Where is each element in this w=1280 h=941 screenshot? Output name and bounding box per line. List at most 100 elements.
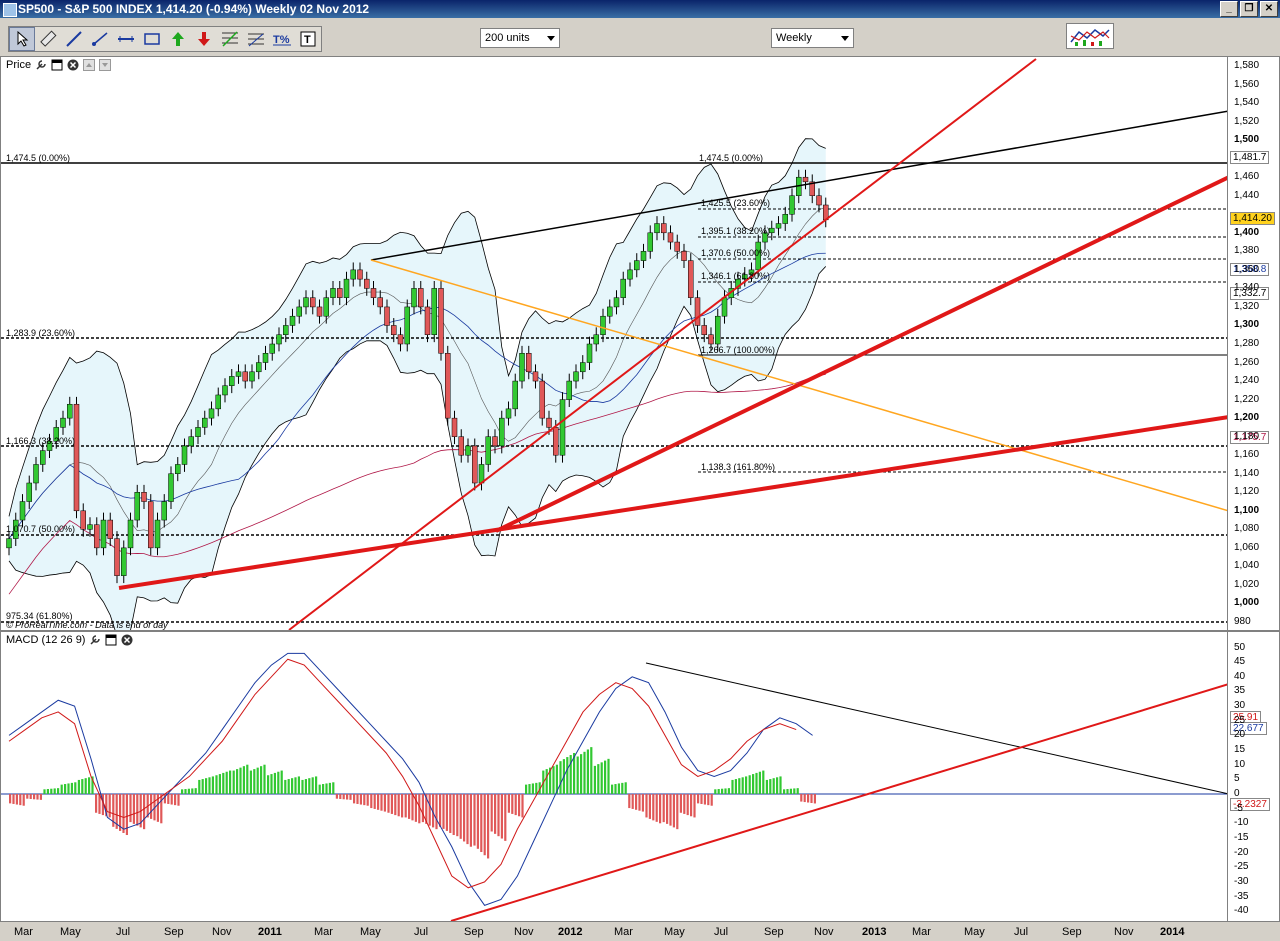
red-support-trendline-long — [118, 415, 1229, 590]
macd-tick-label: 15 — [1234, 744, 1246, 756]
arrow-down-icon[interactable] — [191, 27, 217, 51]
restore-button[interactable]: ❐ — [1240, 1, 1258, 17]
fib-label-l382: 1,166.3 (38.20%) — [6, 436, 75, 446]
fib-label-l50: 1,070.7 (50.00%) — [6, 524, 75, 534]
macd-support-trendline — [450, 683, 1229, 921]
candle-body — [397, 334, 404, 345]
macd-histogram-bar — [205, 778, 208, 794]
macd-histogram-bar — [421, 794, 424, 823]
macd-histogram-bar — [260, 766, 263, 794]
candle-body — [188, 436, 194, 447]
macd-histogram-bar — [442, 794, 445, 829]
arrow-up-icon[interactable] — [165, 27, 191, 51]
drawing-tools: T% T — [8, 26, 322, 52]
price-tick-label: 1,400 — [1234, 226, 1260, 238]
text-tool-icon[interactable]: T — [295, 27, 321, 51]
macd-resistance-trendline — [645, 662, 1229, 795]
macd-histogram-bar — [628, 794, 631, 809]
channel-tool-icon[interactable] — [139, 27, 165, 51]
macd-histogram-bar — [60, 784, 63, 794]
macd-histogram-bar — [315, 776, 318, 794]
fib-label-r236: 1,425.5 (23.60%) — [701, 198, 770, 208]
macd-histogram-bar — [641, 794, 644, 812]
macd-histogram-bar — [394, 794, 397, 816]
macd-histogram-bar — [755, 772, 758, 794]
macd-histogram-bar — [666, 794, 669, 824]
minimize-button[interactable]: _ — [1220, 1, 1238, 17]
fib-label-l236: 1,283.9 (23.60%) — [6, 328, 75, 338]
macd-histogram-bar — [445, 794, 448, 831]
macd-histogram-bar — [53, 788, 56, 794]
svg-text:T: T — [304, 34, 311, 46]
macd-histogram-bar — [576, 756, 579, 794]
macd-histogram-bar — [383, 794, 386, 812]
price-tick-label: 1,460 — [1234, 171, 1260, 183]
candle-body — [87, 524, 93, 530]
macd-histogram-bar — [511, 794, 514, 814]
macd-histogram-bar — [583, 751, 586, 794]
trendline-tool-icon[interactable] — [61, 27, 87, 51]
candle-body — [715, 315, 721, 345]
macd-histogram-bar — [397, 794, 400, 817]
macd-histogram-bar — [697, 794, 700, 804]
macd-histogram-bar — [724, 788, 727, 794]
candle-body — [357, 269, 363, 280]
price-tick-label: 1,500 — [1234, 134, 1260, 146]
macd-histogram-bar — [741, 777, 744, 794]
macd-histogram-bar — [222, 772, 225, 794]
price-tick-label: 1,560 — [1234, 78, 1260, 90]
macd-histogram-bar — [810, 794, 813, 803]
close-button[interactable]: ✕ — [1260, 1, 1278, 17]
units-select[interactable]: 200 units — [480, 28, 560, 48]
indicators-button[interactable] — [1066, 23, 1114, 49]
macd-histogram-bar — [566, 757, 569, 794]
candle-body — [694, 297, 701, 326]
candle-body — [431, 288, 437, 335]
fibonacci-fan-icon[interactable] — [243, 27, 269, 51]
period-select[interactable]: Weekly — [771, 28, 854, 48]
price-panel: Price 1,474.5 (0.00%) 1,474.5 (0.00%) 1,… — [0, 56, 1280, 631]
macd-histogram-bar — [284, 779, 287, 794]
macd-histogram-bar — [731, 779, 734, 794]
percent-line-icon[interactable]: T% — [269, 27, 295, 51]
price-tick-label: 1,180 — [1234, 430, 1260, 442]
candle-body — [364, 278, 370, 289]
macd-histogram-bar — [738, 778, 741, 794]
macd-histogram-bar — [263, 764, 266, 794]
macd-histogram-bar — [22, 794, 25, 806]
macd-histogram-bar — [370, 794, 373, 809]
macd-histogram-bar — [803, 794, 806, 803]
candle-body — [100, 519, 107, 549]
price-tick-label: 1,080 — [1234, 523, 1260, 535]
macd-histogram-bar — [783, 789, 786, 794]
macd-histogram-bar — [789, 788, 792, 794]
macd-histogram-bar — [469, 794, 472, 847]
candle-body — [688, 260, 694, 298]
ray-tool-icon[interactable] — [87, 27, 113, 51]
candle-body — [607, 306, 613, 317]
candle-body — [195, 427, 201, 437]
macd-histogram-bar — [346, 794, 349, 800]
macd-tick-label: 0 — [1234, 788, 1240, 799]
fibonacci-retracement-icon[interactable] — [217, 27, 243, 51]
macd-histogram-bar — [796, 788, 799, 794]
candle-body — [566, 380, 572, 400]
macd-histogram-bar — [125, 794, 128, 836]
fib-label-top-left: 1,474.5 (0.00%) — [6, 153, 70, 163]
candle-body — [67, 403, 73, 419]
time-axis-label: Jul — [1014, 926, 1029, 938]
macd-histogram-bar — [497, 794, 500, 837]
macd-histogram — [1, 747, 1229, 859]
ruler-tool-icon[interactable] — [35, 27, 61, 51]
macd-histogram-bar — [655, 794, 658, 822]
horizontal-line-tool-icon[interactable] — [113, 27, 139, 51]
macd-histogram-bar — [686, 794, 689, 816]
fib-label-r1618: 1,138.3 (161.80%) — [701, 462, 775, 472]
pointer-tool-icon[interactable] — [9, 27, 35, 51]
macd-histogram-bar — [318, 784, 321, 794]
candle-body — [303, 297, 309, 308]
macd-chart — [1, 652, 1229, 921]
candle-body — [445, 353, 451, 419]
macd-histogram-bar — [779, 776, 782, 794]
macd-histogram-bar — [308, 778, 311, 794]
